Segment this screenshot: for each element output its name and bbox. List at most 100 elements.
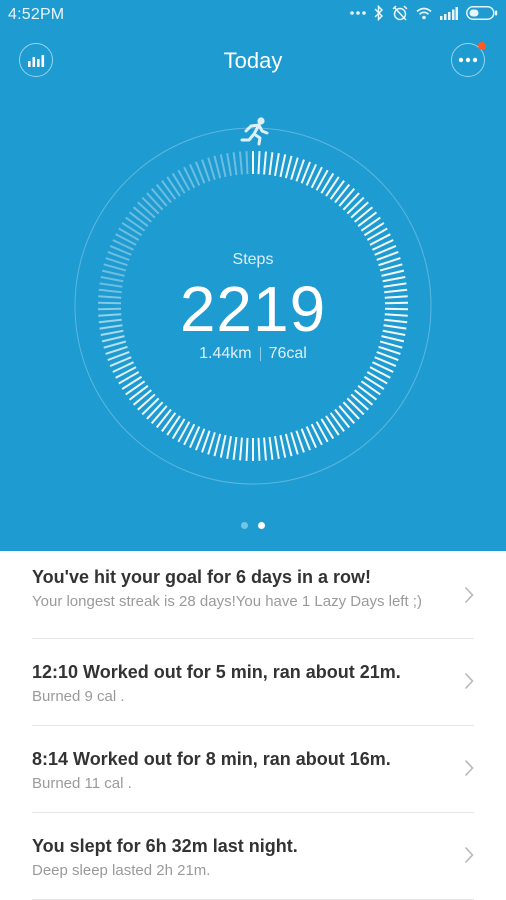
progress-tick-filled [354, 206, 374, 223]
progress-tick-empty [226, 153, 232, 177]
calories-value: 76cal [268, 345, 307, 362]
progress-tick-empty [213, 155, 222, 179]
progress-tick-filled [346, 196, 365, 215]
progress-tick-filled [284, 155, 293, 179]
progress-tick-filled [232, 436, 238, 460]
progress-tick-filled [346, 397, 365, 416]
feed-item-workout-1[interactable]: 12:10 Worked out for 5 min, ran about 21… [32, 639, 474, 726]
running-icon [240, 117, 269, 146]
progress-tick-filled [132, 389, 152, 406]
progress-tick-filled [338, 405, 356, 424]
progress-tick-filled [268, 436, 274, 460]
progress-tick-filled [150, 405, 168, 424]
chevron-right-icon [464, 846, 474, 864]
progress-tick-empty [155, 183, 172, 204]
progress-tick-filled [329, 180, 345, 200]
progress-tick-empty [207, 157, 216, 180]
page-dot-2 [258, 522, 265, 529]
chevron-right-icon [464, 586, 474, 604]
progress-tick-filled [342, 401, 360, 420]
progress-tick-empty [141, 196, 160, 215]
progress-tick-empty [125, 216, 146, 232]
feed-item-title: 12:10 Worked out for 5 min, ran about 21… [32, 662, 401, 682]
progress-tick-filled [329, 412, 345, 432]
progress-tick-empty [121, 222, 143, 237]
page-dot-1 [241, 522, 248, 529]
distance-value: 1.44km [199, 345, 252, 362]
progress-tick-empty [146, 192, 164, 211]
steps-count: 2219 [179, 273, 327, 345]
feed-item-title: You've hit your goal for 6 days in a row… [32, 567, 372, 587]
progress-tick-filled [268, 152, 274, 176]
progress-tick-filled [155, 408, 172, 429]
feed-item-title: 8:14 Worked out for 8 min, ran about 16m… [32, 749, 391, 769]
progress-tick-filled [226, 435, 232, 459]
chevron-right-icon [464, 672, 474, 690]
progress-tick-filled [284, 433, 293, 457]
feed-item-subtitle: Your longest streak is 28 days!You have … [32, 593, 422, 610]
progress-tick-empty [137, 201, 156, 219]
progress-tick-filled [334, 408, 351, 429]
activity-feed: You've hit your goal for 6 days in a row… [0, 551, 506, 900]
progress-tick-empty [150, 188, 168, 207]
feed-item-subtitle: Burned 11 cal . [32, 775, 132, 792]
distance-calories: 1.44km 76cal [0, 345, 506, 363]
progress-tick-filled [290, 432, 299, 455]
progress-tick-filled [360, 380, 381, 396]
progress-tick-filled [357, 385, 378, 401]
progress-tick-empty [128, 211, 149, 227]
page-indicator [0, 522, 506, 529]
progress-tick-empty [232, 152, 238, 176]
progress-tick-filled [213, 433, 222, 457]
progress-tick-filled [360, 216, 381, 232]
progress-tick-filled [334, 183, 351, 204]
progress-tick-filled [263, 151, 267, 175]
progress-tick-filled [239, 437, 243, 461]
feed-item-sleep[interactable]: You slept for 6h 32m last night. Deep sl… [32, 813, 474, 900]
progress-tick-filled [128, 385, 149, 401]
steps-label: Steps [232, 251, 274, 268]
progress-tick-filled [161, 412, 177, 432]
progress-tick-filled [350, 201, 369, 219]
progress-tick-empty [239, 151, 243, 175]
progress-tick-filled [290, 157, 299, 180]
divider [259, 347, 261, 361]
progress-tick-filled [257, 151, 261, 175]
progress-tick-filled [357, 211, 378, 227]
progress-tick-filled [219, 434, 227, 458]
progress-tick-filled [363, 375, 385, 390]
feed-item-subtitle: Deep sleep lasted 2h 21m. [32, 862, 211, 879]
progress-tick-filled [363, 222, 385, 237]
progress-tick-filled [146, 401, 164, 420]
progress-tick-empty [166, 176, 181, 197]
feed-item-goal-streak[interactable]: You've hit your goal for 6 days in a row… [32, 551, 474, 639]
progress-tick-filled [354, 389, 374, 406]
progress-tick-empty [219, 154, 227, 178]
progress-tick-filled [274, 153, 280, 177]
feed-item-workout-2[interactable]: 8:14 Worked out for 8 min, ran about 16m… [32, 726, 474, 813]
progress-tick-empty [161, 180, 177, 200]
progress-tick-filled [125, 380, 146, 396]
progress-tick-filled [350, 393, 369, 411]
progress-tick-filled [207, 432, 216, 455]
progress-tick-filled [263, 437, 267, 461]
progress-tick-filled [325, 415, 340, 436]
progress-tick-filled [325, 176, 340, 197]
progress-tick-filled [338, 188, 356, 207]
progress-tick-empty [132, 206, 152, 223]
chevron-right-icon [464, 759, 474, 777]
feed-item-subtitle: Burned 9 cal . [32, 688, 125, 705]
progress-tick-filled [141, 397, 160, 416]
progress-tick-filled [279, 434, 287, 458]
progress-tick-filled [121, 375, 143, 390]
progress-tick-filled [257, 437, 261, 461]
progress-tick-filled [137, 393, 156, 411]
progress-tick-filled [279, 154, 287, 178]
activity-panel[interactable]: 4:52PM Today Steps 2219 1.44km 76cal [0, 0, 506, 551]
progress-tick-filled [166, 415, 181, 436]
progress-tick-empty [245, 151, 249, 175]
progress-tick-filled [245, 437, 249, 461]
feed-item-title: You slept for 6h 32m last night. [32, 836, 298, 856]
progress-tick-filled [342, 192, 360, 211]
progress-tick-filled [274, 435, 280, 459]
